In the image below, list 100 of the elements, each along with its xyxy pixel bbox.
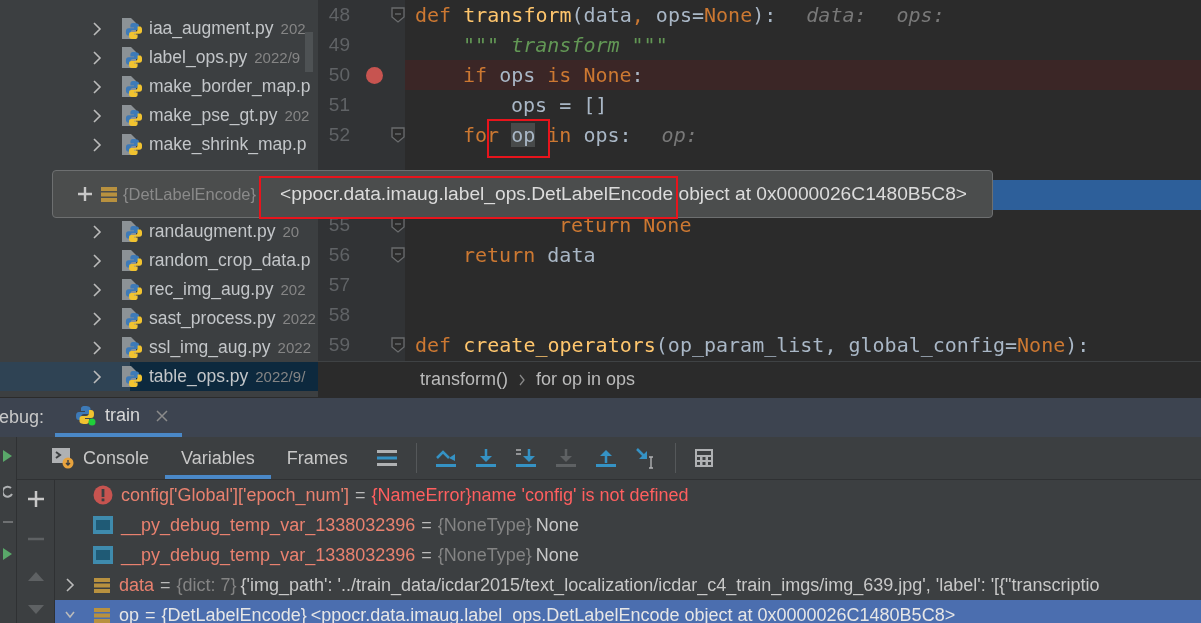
file-name[interactable]: make_pse_gt.py <box>149 105 278 126</box>
code-token: def <box>415 3 453 27</box>
chevron-icon[interactable] <box>92 21 102 36</box>
step-over-icon[interactable] <box>434 448 457 468</box>
chevron-icon[interactable] <box>92 369 102 384</box>
variable-row[interactable]: config['Global']['epoch_num'] = {NameError}name 'config' is not defined <box>55 480 1201 510</box>
breakpoint-icon[interactable] <box>365 66 383 84</box>
file-name[interactable]: sast_process.py <box>149 308 276 329</box>
inline-value-hint: op: <box>661 123 698 147</box>
file-name[interactable]: ssl_img_aug.py <box>149 337 271 358</box>
binary-value-icon <box>93 516 113 534</box>
equals-sign: = <box>145 604 156 623</box>
python-file-icon <box>120 306 142 331</box>
run-tab[interactable]: train <box>55 398 182 437</box>
file-name[interactable]: rec_img_aug.py <box>149 279 274 300</box>
fold-marker-icon[interactable] <box>391 337 405 353</box>
variable-value: {'img_path': '../train_data/icdar2015/text_localization/icdar_c4_train_imgs/img_639.jpg', 'label': '[{"transcriptio <box>240 574 1100 596</box>
inline-value-hint: ops: <box>896 3 945 27</box>
file-name[interactable]: iaa_augment.py <box>149 18 274 39</box>
add-icon[interactable] <box>26 490 45 508</box>
breadcrumb-item[interactable]: transform() <box>420 369 508 391</box>
variable-row[interactable]: __py_debug_temp_var_1338032396 = {NoneType} None <box>55 540 1201 570</box>
file-name[interactable]: make_border_map.p <box>149 76 311 97</box>
close-icon[interactable] <box>156 409 168 422</box>
code-token: ops: <box>583 123 632 147</box>
fold-marker-icon[interactable] <box>391 7 405 23</box>
python-file-icon <box>120 248 142 273</box>
code-token: return None <box>559 213 692 237</box>
code-token: create_operators <box>463 333 656 357</box>
file-date: 20 <box>282 223 300 240</box>
equals-sign: = <box>160 574 171 596</box>
python-file-icon <box>120 132 142 157</box>
code-token: , <box>631 3 645 27</box>
variable-row[interactable]: __py_debug_temp_var_1338032396 = {NoneType} None <box>55 510 1201 540</box>
chevron-icon[interactable] <box>92 311 102 326</box>
view-tab[interactable]: Variables <box>165 437 271 479</box>
python-file-icon <box>120 219 142 244</box>
code-token: (op_param_list, global_config= <box>655 333 1018 357</box>
view-tab[interactable]: Console <box>35 437 166 479</box>
chevron-icon[interactable] <box>92 108 102 123</box>
fold-marker-icon[interactable] <box>391 127 405 143</box>
file-date: 202 <box>280 20 306 37</box>
variable-row[interactable]: data = {dict: 7} {'img_path': '../train_data/icdar2015/text_localization/icdar_c4_train_imgs/img_639.jpg', 'label': '[{"transcriptio <box>55 570 1201 600</box>
value-text: <ppocr.data.imaug.label_ops.DetLabelEncode object at 0x0000026C1480B5C8> <box>280 183 968 205</box>
code-token: def <box>415 333 453 357</box>
step-out-icon[interactable] <box>594 448 617 468</box>
chevron-icon[interactable] <box>92 79 102 94</box>
code-token: return <box>463 243 537 267</box>
file-date: 2022 <box>277 339 311 356</box>
variable-name: config['Global']['epoch_num'] <box>121 484 349 506</box>
binary-value-icon <box>93 546 113 564</box>
python-file-icon <box>120 277 142 302</box>
file-date: 202 <box>284 107 310 124</box>
file-name[interactable]: random_crop_data.p <box>149 250 311 271</box>
variable-type: {NoneType} <box>437 544 532 566</box>
chevron-icon[interactable] <box>92 224 102 239</box>
code-token: : <box>631 63 644 87</box>
file-name[interactable]: table_ops.py <box>149 366 249 387</box>
step-into-icon[interactable] <box>474 448 497 468</box>
chevron-icon[interactable] <box>92 340 102 355</box>
error-icon <box>93 485 113 505</box>
fold-marker-icon[interactable] <box>391 247 405 263</box>
code-token: ops = [] <box>511 93 608 117</box>
chevron-icon[interactable] <box>92 282 102 297</box>
view-tab[interactable]: Frames <box>270 437 364 479</box>
plus-icon[interactable] <box>76 185 94 203</box>
file-date: 2022/9 <box>254 49 301 66</box>
file-name[interactable]: randaugment.py <box>149 221 276 242</box>
rerun-icon[interactable] <box>3 485 13 499</box>
breadcrumb-item[interactable]: for op in ops <box>536 369 636 391</box>
variable-name: __py_debug_temp_var_1338032396 <box>121 514 416 536</box>
play-icon[interactable] <box>3 547 13 561</box>
python-file-icon <box>120 74 142 99</box>
resume-icon[interactable] <box>3 449 13 463</box>
variable-value: None <box>535 544 579 566</box>
file-date: 2022/9/ <box>255 368 306 385</box>
file-name[interactable]: make_shrink_map.p <box>149 134 307 155</box>
file-name[interactable]: label_ops.py <box>149 47 248 68</box>
code-token: ops <box>499 63 537 87</box>
equals-sign: = <box>421 544 432 566</box>
step-into-my-code-icon[interactable] <box>514 448 537 468</box>
code-token: is None <box>547 63 632 87</box>
python-file-icon <box>120 16 142 41</box>
code-token: None <box>704 3 753 27</box>
code-token: (data <box>571 3 632 27</box>
python-file-icon <box>120 364 142 389</box>
code-token: in <box>546 123 573 147</box>
calculator-icon[interactable] <box>693 448 714 468</box>
code-token: if <box>463 63 489 87</box>
code-token: op <box>511 123 536 147</box>
inline-value-hint: data: <box>806 3 867 27</box>
list-icon[interactable] <box>375 448 398 468</box>
variable-value: name 'config' is not defined <box>471 484 689 506</box>
chevron-icon[interactable] <box>92 50 102 65</box>
chevron-icon[interactable] <box>92 253 102 268</box>
code-token: ): <box>752 3 777 27</box>
chevron-icon[interactable] <box>92 137 102 152</box>
code-token: transform <box>463 3 572 27</box>
chevron-icon[interactable] <box>65 578 75 592</box>
fields-icon <box>93 606 111 623</box>
